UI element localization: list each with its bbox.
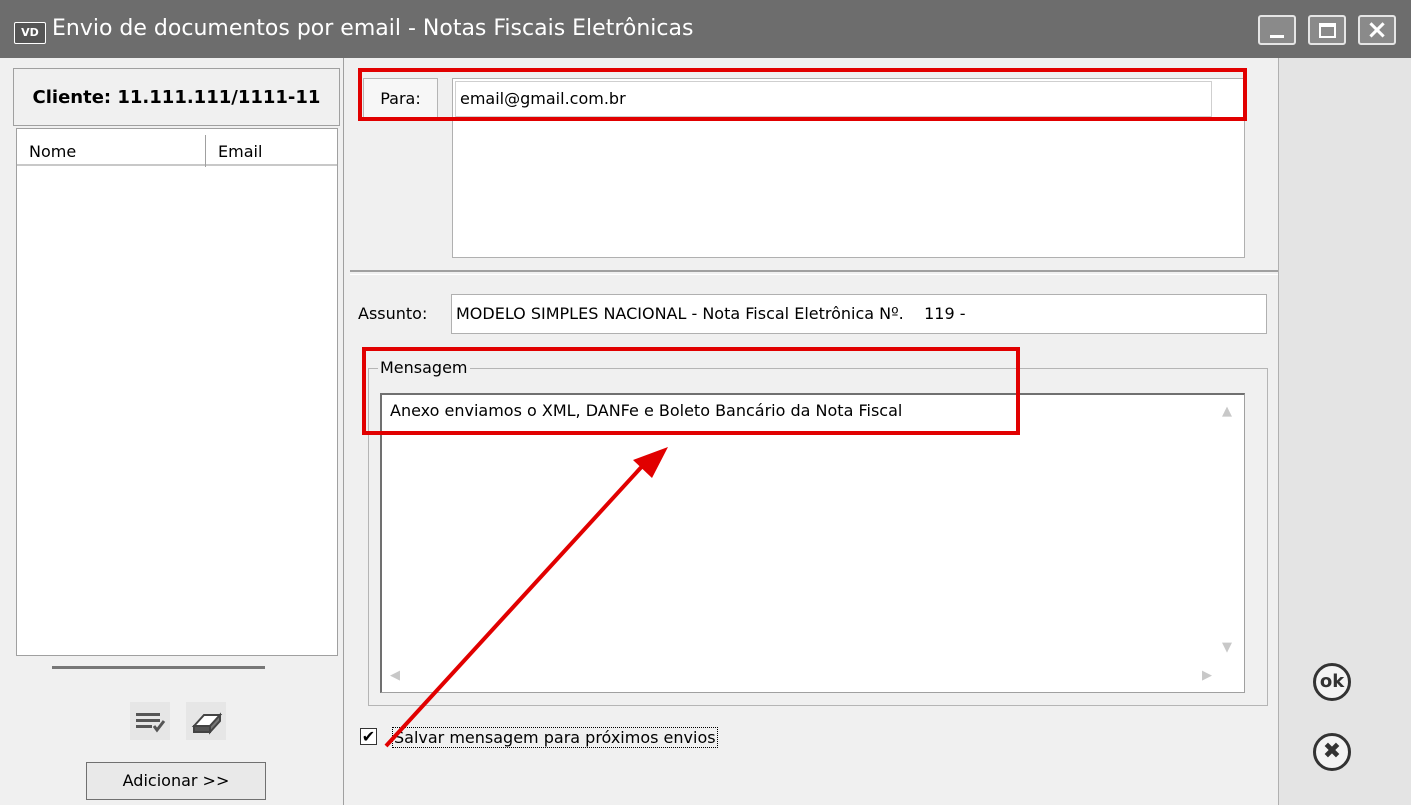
eraser-icon xyxy=(191,712,223,735)
maximize-icon xyxy=(1319,23,1336,38)
minimize-button[interactable] xyxy=(1258,15,1296,45)
close-window-button[interactable]: × xyxy=(1358,15,1396,45)
contacts-list[interactable] xyxy=(16,128,338,656)
save-message-checkbox[interactable]: ✔ xyxy=(360,728,377,745)
add-button[interactable]: Adicionar >> xyxy=(86,762,266,800)
checklist-icon xyxy=(136,713,166,733)
client-header: Cliente: 11.111.111/1111-11 xyxy=(13,68,340,126)
app-icon: VD xyxy=(14,22,46,44)
message-textarea[interactable] xyxy=(380,393,1245,693)
scroll-right-arrow-icon[interactable]: ▶ xyxy=(1202,668,1212,683)
minimize-icon xyxy=(1270,35,1284,38)
close-icon: × xyxy=(1366,15,1388,45)
column-header-nome[interactable]: Nome xyxy=(17,138,205,166)
save-message-label[interactable]: Salvar mensagem para próximos envios xyxy=(392,727,718,748)
scroll-left-arrow-icon[interactable]: ◀ xyxy=(390,668,400,683)
contacts-horizontal-scrollbar[interactable] xyxy=(52,666,265,669)
column-header-email[interactable]: Email xyxy=(206,138,337,166)
column-separator[interactable] xyxy=(205,135,206,167)
subject-field[interactable]: MODELO SIMPLES NACIONAL - Nota Fiscal El… xyxy=(451,294,1267,334)
assunto-label: Assunto: xyxy=(358,304,428,323)
highlight-message xyxy=(362,347,1020,435)
cancel-button[interactable]: ✖ xyxy=(1313,733,1351,771)
scroll-up-arrow-icon[interactable]: ▲ xyxy=(1222,404,1232,419)
window-title: Envio de documentos por email - Notas Fi… xyxy=(52,16,694,41)
pane-splitter[interactable] xyxy=(350,270,1278,275)
maximize-button[interactable] xyxy=(1308,15,1346,45)
scroll-down-arrow-icon[interactable]: ▼ xyxy=(1222,640,1232,655)
highlight-recipient xyxy=(358,68,1247,121)
ok-button[interactable]: ok xyxy=(1313,663,1351,701)
clear-contacts-button[interactable] xyxy=(186,702,226,740)
select-contacts-button[interactable] xyxy=(130,702,170,740)
